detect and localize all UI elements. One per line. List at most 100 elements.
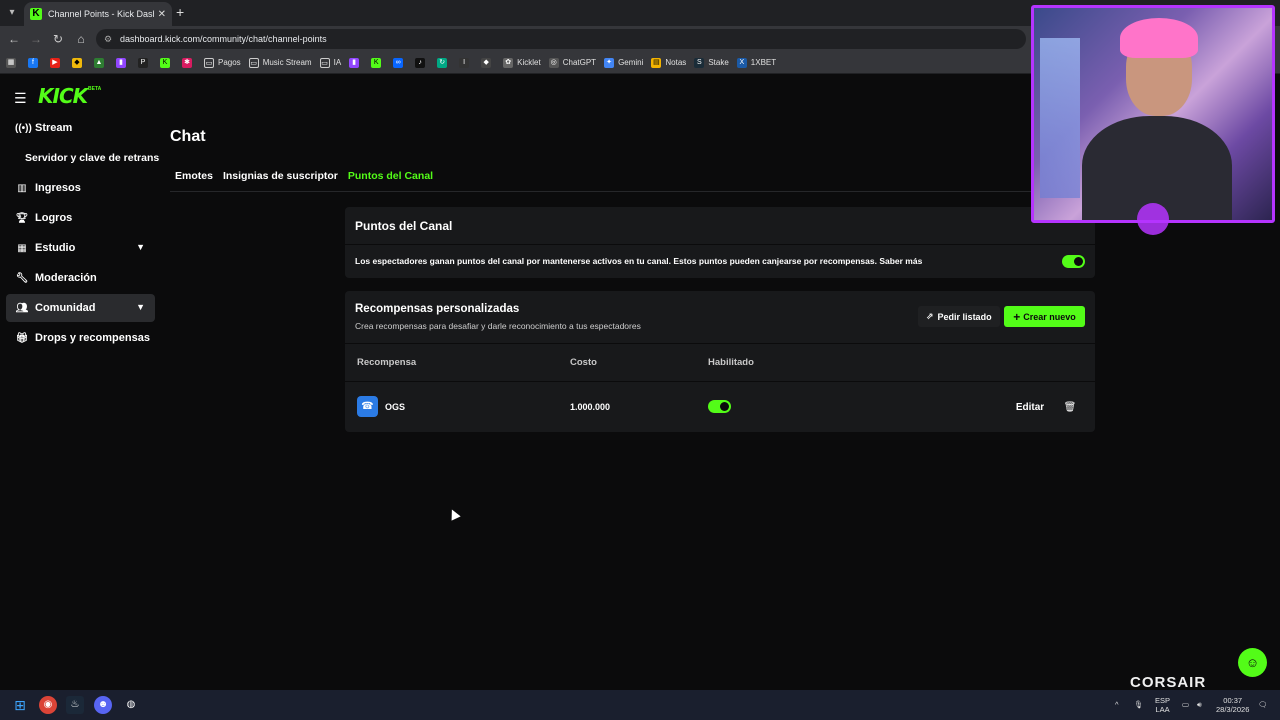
sidebar-item-server-key[interactable]: Servidor y clave de retransmisión: [25, 152, 160, 164]
language-indicator[interactable]: ESP LAA: [1155, 696, 1170, 714]
chrome-icon[interactable]: ◉: [39, 696, 57, 714]
edit-button[interactable]: Editar: [1009, 396, 1051, 418]
bookmark-icon[interactable]: I: [459, 57, 473, 68]
kick-bookmark[interactable]: K: [371, 57, 385, 68]
notification-icon[interactable]: 🗨︎: [1258, 700, 1268, 709]
folder-bookmark-pagos[interactable]: ▭ Pagos: [204, 57, 241, 68]
tab-emotes[interactable]: Emotes: [170, 168, 218, 191]
twitch-bookmark[interactable]: ▮: [116, 57, 130, 68]
divider: [345, 343, 1095, 344]
browser-tab[interactable]: K Channel Points - Kick Dashboard ✕: [24, 2, 172, 26]
sidebar-item-comunidad[interactable]: 👥︎ Comunidad ▼: [6, 294, 155, 322]
bookmark-label: Pagos: [218, 58, 241, 67]
column-cost: Costo: [570, 357, 597, 368]
create-new-button[interactable]: + Crear nuevo: [1004, 306, 1085, 327]
column-reward: Recompensa: [357, 357, 417, 368]
notas-bookmark[interactable]: ▤ Notas: [651, 57, 686, 68]
chat-support-icon[interactable]: ☺: [1238, 648, 1267, 677]
kick-logo[interactable]: KICK: [38, 84, 88, 108]
chevron-down-icon: ▼: [136, 242, 145, 252]
windows-start-icon[interactable]: ⊞: [11, 696, 29, 714]
plus-icon: +: [1013, 309, 1021, 324]
broadcast-icon: ((•)): [15, 122, 32, 134]
table-row: ☎ OGS 1.000.000 Editar 🗑︎: [345, 382, 1095, 432]
channel-points-description: Los espectadores ganan puntos del canal …: [355, 256, 923, 266]
url-field[interactable]: ⚙ dashboard.kick.com/community/chat/chan…: [96, 29, 1026, 49]
channel-points-toggle[interactable]: [1062, 255, 1085, 268]
sidebar-item-estudio[interactable]: ▦ Estudio ▼: [6, 234, 155, 262]
home-icon[interactable]: ⌂: [73, 31, 89, 47]
bookmark-icon[interactable]: ◆: [481, 57, 495, 68]
reward-enabled-toggle[interactable]: [708, 400, 731, 413]
1xbet-bookmark[interactable]: X 1XBET: [736, 57, 776, 68]
mouse-cursor-icon: [447, 507, 461, 521]
sidebar-item-drops[interactable]: 🎁︎ Drops y recompensas: [6, 324, 155, 352]
language-code: ESP: [1155, 696, 1171, 705]
wrench-icon: 🔧︎: [15, 272, 29, 284]
stake-bookmark[interactable]: S Stake: [694, 57, 729, 68]
column-enabled: Habilitado: [708, 357, 754, 368]
microphone-icon[interactable]: 🎙︎: [1134, 700, 1144, 709]
site-info-icon[interactable]: ⚙: [104, 29, 112, 49]
tab-insignias[interactable]: Insignias de suscriptor: [218, 168, 343, 191]
reward-name: OGS: [385, 402, 406, 412]
sidebar-item-label: Moderación: [35, 272, 97, 284]
bookmark-icon[interactable]: ✱: [182, 57, 196, 68]
bookmark-icon[interactable]: ▮: [349, 57, 363, 68]
tab-close-icon[interactable]: ✕: [158, 9, 166, 20]
rewards-title: Recompensas personalizadas: [355, 303, 520, 315]
channel-points-title: Puntos del Canal: [345, 207, 1095, 245]
tiktok-bookmark[interactable]: ♪: [415, 57, 429, 68]
obs-icon[interactable]: ◍: [122, 696, 140, 714]
sidebar-item-label: Comunidad: [35, 302, 96, 314]
create-new-label: Crear nuevo: [1023, 311, 1076, 322]
binance-bookmark[interactable]: ◆: [72, 57, 86, 68]
bookmark-icon[interactable]: ↻: [437, 57, 451, 68]
paypal-bookmark[interactable]: P: [138, 57, 152, 68]
new-tab-icon[interactable]: +: [176, 4, 184, 20]
beta-badge: BETA: [88, 86, 102, 92]
reload-icon[interactable]: ↻: [50, 31, 66, 47]
bookmark-label: IA: [333, 58, 342, 67]
trash-icon[interactable]: 🗑︎: [1059, 396, 1081, 418]
sidebar-item-label: Logros: [35, 212, 73, 224]
steam-icon[interactable]: ♨: [66, 696, 84, 714]
tab-puntos-del-canal[interactable]: Puntos del Canal: [343, 168, 438, 191]
sidebar-item-ingresos[interactable]: ▥ Ingresos: [6, 174, 155, 202]
corsair-logo: CORSAIR: [1130, 674, 1207, 691]
mascot-icon: [1137, 203, 1169, 235]
list-icon: ⇗: [926, 311, 934, 321]
tray-chevron-icon[interactable]: ^: [1115, 700, 1119, 709]
kicklet-bookmark[interactable]: ✿ Kicklet: [503, 57, 541, 68]
apps-icon[interactable]: ▦: [6, 57, 20, 68]
facebook-bookmark[interactable]: f: [28, 57, 42, 68]
webcam-background: [1040, 38, 1080, 198]
volume-icon[interactable]: 🔊︎: [1197, 700, 1202, 709]
chatgpt-bookmark[interactable]: ◎ ChatGPT: [548, 57, 597, 68]
tab-search-icon[interactable]: ▾: [4, 5, 20, 21]
menu-icon[interactable]: ☰: [14, 90, 27, 107]
sidebar-item-logros[interactable]: 🏆︎ Logros: [6, 204, 155, 232]
forward-icon[interactable]: →: [28, 31, 44, 47]
users-icon: 👥︎: [15, 302, 29, 314]
bookmark-label: Music Stream: [262, 58, 312, 67]
sidebar-item-moderacion[interactable]: 🔧︎ Moderación: [6, 264, 155, 292]
back-icon[interactable]: ←: [6, 31, 22, 47]
clock[interactable]: 00:37 28/3/2026: [1216, 696, 1249, 714]
folder-bookmark-music-stream[interactable]: ▭ Music Stream: [248, 57, 312, 68]
bookmark-icon[interactable]: ▲: [94, 57, 108, 68]
reward-cost: 1.000.000: [570, 402, 611, 412]
discord-icon[interactable]: ☻: [94, 696, 112, 714]
sidebar-item-stream[interactable]: ((•)) Stream: [6, 114, 155, 142]
gemini-bookmark[interactable]: ✦ Gemini: [604, 57, 643, 68]
folder-bookmark-ia[interactable]: ▭ IA: [319, 57, 342, 68]
keyboard-layout: LAA: [1155, 705, 1170, 714]
youtube-bookmark[interactable]: ▶: [50, 57, 64, 68]
custom-rewards-card: Recompensas personalizadas Crea recompen…: [345, 291, 1095, 432]
rewards-subtitle: Crea recompensas para desafiar y darle r…: [355, 321, 641, 331]
meta-bookmark[interactable]: ∞: [393, 57, 407, 68]
network-icon[interactable]: ▭: [1182, 700, 1189, 709]
request-list-button[interactable]: ⇗ Pedir listado: [918, 306, 1000, 327]
kick-bookmark[interactable]: K: [160, 57, 174, 68]
bookmark-label: ChatGPT: [562, 58, 597, 67]
